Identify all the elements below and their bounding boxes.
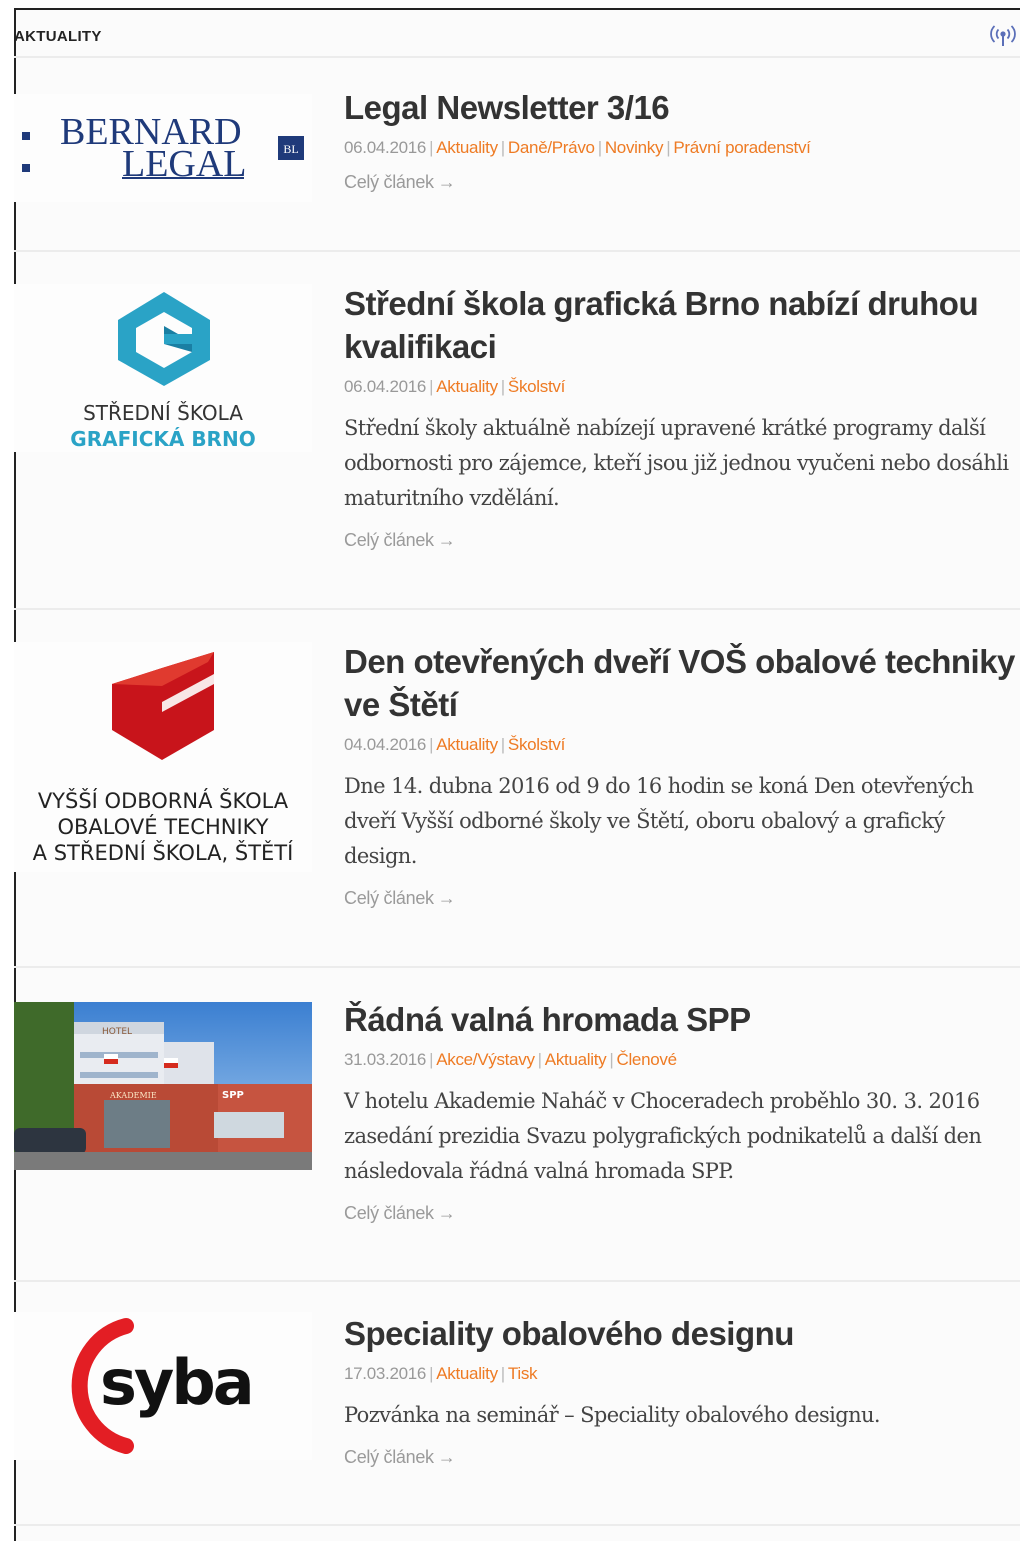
svg-text:AKADEMIE: AKADEMIE bbox=[109, 1091, 157, 1100]
article-date: 31.03.2016 bbox=[344, 1050, 427, 1069]
category-link[interactable]: Akce/Výstavy bbox=[436, 1050, 535, 1069]
ssg-brno-logo: STŘEDNÍ ŠKOLA GRAFICKÁ BRNO bbox=[70, 292, 256, 451]
bernard-legal-logo: BERNARD LEGAL BL bbox=[22, 111, 304, 185]
article-content: Legal Newsletter 3/16 06.04.2016 | Aktuali… bbox=[344, 86, 1020, 193]
syba-logo: syba bbox=[71, 1318, 255, 1454]
arrow-right-icon: → bbox=[437, 172, 456, 192]
article-date: 06.04.2016 bbox=[344, 377, 427, 396]
read-more-link[interactable]: Celý článek → bbox=[344, 1447, 1020, 1468]
read-more-link[interactable]: Celý článek → bbox=[344, 888, 1020, 909]
article-meta: 06.04.2016 | Aktuality | Daně/Právo | Novinky |… bbox=[344, 138, 811, 157]
category-link[interactable]: Aktuality bbox=[545, 1050, 607, 1069]
category-link[interactable]: Aktuality bbox=[436, 138, 498, 157]
article-content: Střední škola grafická Brno nabízí druho… bbox=[344, 282, 1020, 551]
article-excerpt: V hotelu Akademie Naháč v Choceradech pr… bbox=[344, 1089, 982, 1183]
svg-text:HOTEL: HOTEL bbox=[102, 1027, 132, 1037]
article-date: 04.04.2016 bbox=[344, 735, 427, 754]
category-link[interactable]: Tisk bbox=[508, 1364, 538, 1383]
article-excerpt: Střední školy aktuálně nabízejí upravené… bbox=[344, 416, 1009, 510]
hotel-photo: HOTEL AKADEMIE SPP bbox=[14, 1002, 312, 1170]
article-meta: 17.03.2016 | Aktuality | Tisk bbox=[344, 1364, 538, 1383]
article-thumbnail[interactable]: BERNARD LEGAL BL bbox=[14, 94, 312, 202]
svg-text:BL: BL bbox=[283, 142, 298, 156]
read-more-link[interactable]: Celý článek → bbox=[344, 1203, 1020, 1224]
arrow-right-icon: → bbox=[437, 1203, 456, 1223]
article-meta: 04.04.2016 | Aktuality | Školství bbox=[344, 735, 566, 754]
svg-text:STŘEDNÍ ŠKOLA: STŘEDNÍ ŠKOLA bbox=[83, 401, 243, 425]
article-title[interactable]: Řádná valná hromada SPP bbox=[344, 998, 1020, 1041]
arrow-right-icon: → bbox=[437, 1447, 456, 1467]
article-thumbnail[interactable]: syba bbox=[14, 1312, 312, 1460]
category-link[interactable]: Aktuality bbox=[436, 735, 498, 754]
article-thumbnail[interactable]: HOTEL AKADEMIE SPP bbox=[14, 1002, 312, 1170]
category-link[interactable]: Školství bbox=[508, 377, 565, 396]
article-title[interactable]: Speciality obalového designu bbox=[344, 1312, 1020, 1355]
article-title[interactable]: Střední škola grafická Brno nabízí druho… bbox=[344, 282, 1020, 368]
article-title[interactable]: Den otevřených dveří VOŠ obalové technik… bbox=[344, 640, 1020, 726]
svg-text:A STŘEDNÍ ŠKOLA, ŠTĚTÍ: A STŘEDNÍ ŠKOLA, ŠTĚTÍ bbox=[33, 840, 294, 865]
article-item: STŘEDNÍ ŠKOLA GRAFICKÁ BRNO Střední škol… bbox=[14, 282, 1020, 610]
article-content: Den otevřených dveří VOŠ obalové technik… bbox=[344, 640, 1020, 909]
read-more-link[interactable]: Celý článek → bbox=[344, 172, 1020, 193]
article-title[interactable]: Legal Newsletter 3/16 bbox=[344, 86, 1020, 129]
arrow-right-icon: → bbox=[437, 530, 456, 550]
article-item: HOTEL AKADEMIE SPP Řádná valná hromada S… bbox=[14, 998, 1020, 1282]
rss-icon[interactable] bbox=[988, 21, 1018, 51]
article-excerpt: Dne 14. dubna 2016 od 9 do 16 hodin se k… bbox=[344, 774, 974, 868]
article-excerpt: Pozvánka na seminář – Speciality obalové… bbox=[344, 1403, 881, 1427]
category-link[interactable]: Aktuality bbox=[436, 1364, 498, 1383]
section-header: AKTUALITY bbox=[14, 16, 1020, 58]
article-item: VYŠŠÍ ODBORNÁ ŠKOLA OBALOVÉ TECHNIKY A S… bbox=[14, 640, 1020, 968]
read-more-link[interactable]: Celý článek → bbox=[344, 530, 1020, 551]
svg-text:OBALOVÉ TECHNIKY: OBALOVÉ TECHNIKY bbox=[57, 814, 268, 839]
category-link[interactable]: Daně/Právo bbox=[508, 138, 595, 157]
category-link[interactable]: Aktuality bbox=[436, 377, 498, 396]
svg-text:VYŠŠÍ ODBORNÁ ŠKOLA: VYŠŠÍ ODBORNÁ ŠKOLA bbox=[38, 788, 289, 813]
article-content: Řádná valná hromada SPP 31.03.2016 | Akce/… bbox=[344, 998, 1020, 1224]
article-meta: 31.03.2016 | Akce/Výstavy | Aktuality | Členov… bbox=[344, 1050, 677, 1069]
svg-text:syba: syba bbox=[100, 1346, 252, 1419]
svg-text:SPP: SPP bbox=[222, 1090, 244, 1101]
article-date: 17.03.2016 bbox=[344, 1364, 427, 1383]
section-title: AKTUALITY bbox=[14, 27, 102, 45]
article-date: 06.04.2016 bbox=[344, 138, 427, 157]
article-item: syba Speciality obalového designu 17.03.… bbox=[14, 1312, 1020, 1526]
category-link[interactable]: Školství bbox=[508, 735, 565, 754]
article-meta: 06.04.2016 | Aktuality | Školství bbox=[344, 377, 566, 396]
arrow-right-icon: → bbox=[437, 888, 456, 908]
category-link[interactable]: Právní poradenství bbox=[673, 138, 811, 157]
article-thumbnail[interactable]: VYŠŠÍ ODBORNÁ ŠKOLA OBALOVÉ TECHNIKY A S… bbox=[14, 642, 312, 872]
category-link[interactable]: Členové bbox=[616, 1050, 677, 1069]
article-thumbnail[interactable]: STŘEDNÍ ŠKOLA GRAFICKÁ BRNO bbox=[14, 284, 312, 452]
vos-steti-logo: VYŠŠÍ ODBORNÁ ŠKOLA OBALOVÉ TECHNIKY A S… bbox=[33, 652, 294, 865]
article-content: Speciality obalového designu 17.03.2016 |… bbox=[344, 1312, 1020, 1468]
article-item: BERNARD LEGAL BL Legal Newsletter 3/16 0… bbox=[14, 86, 1020, 252]
category-link[interactable]: Novinky bbox=[605, 138, 664, 157]
svg-text:GRAFICKÁ BRNO: GRAFICKÁ BRNO bbox=[70, 427, 255, 451]
